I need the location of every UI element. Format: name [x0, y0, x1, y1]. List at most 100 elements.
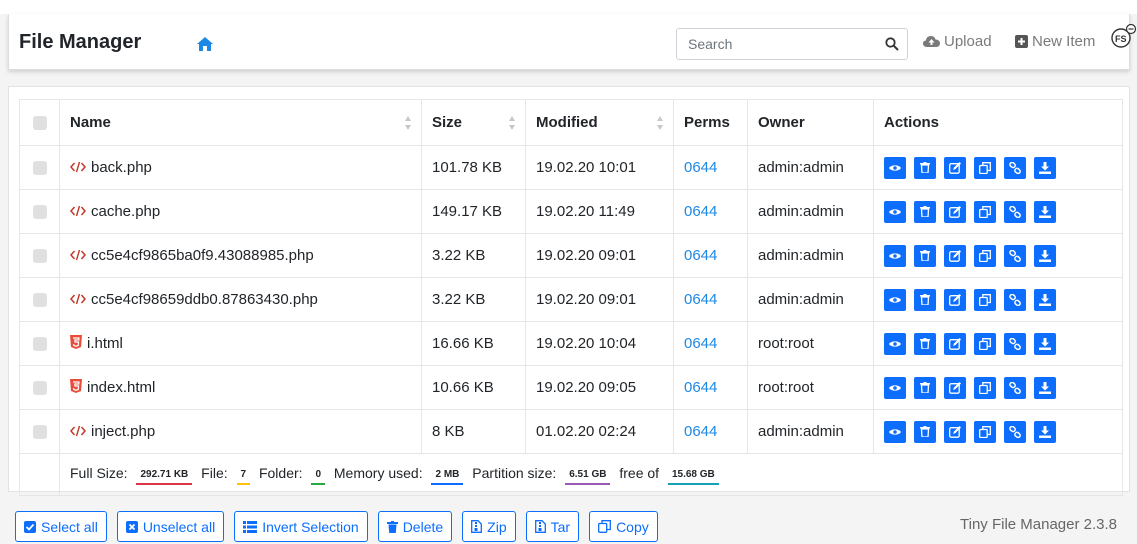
row-checkbox[interactable]: [32, 161, 47, 176]
invert-selection-button[interactable]: Invert Selection: [234, 511, 368, 542]
upload-link[interactable]: Upload: [923, 33, 992, 50]
new-item-link[interactable]: New Item: [1015, 33, 1095, 50]
eye-action-button[interactable]: [884, 332, 906, 355]
row-checkbox[interactable]: [32, 205, 47, 220]
row-checkbox[interactable]: [32, 293, 47, 308]
trash-action-button[interactable]: [914, 288, 936, 311]
file-perms-link[interactable]: 0644: [684, 247, 717, 264]
trash-action-button[interactable]: [914, 156, 936, 179]
brand-title[interactable]: File Manager: [19, 31, 141, 54]
link-action-button[interactable]: [1004, 288, 1026, 311]
tar-button[interactable]: Tar: [525, 511, 580, 542]
row-checkbox-cell[interactable]: [19, 321, 60, 366]
sort-icon[interactable]: [404, 115, 412, 131]
copy-button[interactable]: Copy: [589, 511, 658, 542]
row-checkbox[interactable]: [32, 249, 47, 264]
file-name[interactable]: inject.php: [91, 423, 155, 440]
download-action-button[interactable]: [1034, 200, 1056, 223]
copy-action-button[interactable]: [974, 420, 996, 443]
row-checkbox-cell[interactable]: [19, 365, 60, 410]
trash-action-button[interactable]: [914, 332, 936, 355]
file-name-cell[interactable]: back.php: [59, 145, 422, 190]
eye-action-button[interactable]: [884, 288, 906, 311]
eye-action-button[interactable]: [884, 200, 906, 223]
file-name[interactable]: back.php: [91, 159, 152, 176]
copy-action-button[interactable]: [974, 332, 996, 355]
delete-button[interactable]: Delete: [377, 511, 453, 542]
table-row[interactable]: cc5e4cf98659ddb0.87863430.php 3.22 KB 19.0…: [19, 277, 1123, 322]
row-checkbox-cell[interactable]: [19, 189, 60, 234]
file-perms-link[interactable]: 0644: [684, 335, 717, 352]
edit-action-button[interactable]: [944, 420, 966, 443]
column-header-size[interactable]: Size: [421, 99, 526, 146]
row-checkbox-cell[interactable]: [19, 145, 60, 190]
eye-action-button[interactable]: [884, 376, 906, 399]
download-action-button[interactable]: [1034, 156, 1056, 179]
file-perms-link[interactable]: 0644: [684, 379, 717, 396]
file-name-cell[interactable]: cache.php: [59, 189, 422, 234]
copy-action-button[interactable]: [974, 200, 996, 223]
table-row[interactable]: i.html 16.66 KB 19.02.20 10:04 0644 root:roo…: [19, 321, 1123, 366]
link-action-button[interactable]: [1004, 420, 1026, 443]
edit-action-button[interactable]: [944, 376, 966, 399]
file-name[interactable]: cc5e4cf98659ddb0.87863430.php: [91, 291, 318, 308]
trash-action-button[interactable]: [914, 200, 936, 223]
sort-icon[interactable]: [508, 115, 516, 131]
table-row[interactable]: cache.php 149.17 KB 19.02.20 11:49 0644 admi…: [19, 189, 1123, 234]
row-checkbox[interactable]: [32, 381, 47, 396]
link-action-button[interactable]: [1004, 376, 1026, 399]
copy-action-button[interactable]: [974, 376, 996, 399]
file-name[interactable]: cache.php: [91, 203, 160, 220]
edit-action-button[interactable]: [944, 332, 966, 355]
trash-action-button[interactable]: [914, 376, 936, 399]
edit-action-button[interactable]: [944, 244, 966, 267]
column-header-modified[interactable]: Modified: [525, 99, 674, 146]
file-name-cell[interactable]: inject.php: [59, 409, 422, 454]
download-action-button[interactable]: [1034, 244, 1056, 267]
table-row[interactable]: cc5e4cf9865ba0f9.43088985.php 3.22 KB 19.0…: [19, 233, 1123, 278]
link-action-button[interactable]: [1004, 156, 1026, 179]
download-action-button[interactable]: [1034, 332, 1056, 355]
sort-icon[interactable]: [656, 115, 664, 131]
download-action-button[interactable]: [1034, 376, 1056, 399]
file-name[interactable]: cc5e4cf9865ba0f9.43088985.php: [91, 247, 314, 264]
row-checkbox-cell[interactable]: [19, 409, 60, 454]
row-checkbox-cell[interactable]: [19, 233, 60, 278]
edit-action-button[interactable]: [944, 156, 966, 179]
search-input[interactable]: [677, 29, 867, 59]
table-row[interactable]: index.html 10.66 KB 19.02.20 09:05 0644 root…: [19, 365, 1123, 410]
trash-action-button[interactable]: [914, 420, 936, 443]
eye-action-button[interactable]: [884, 420, 906, 443]
row-checkbox[interactable]: [32, 337, 47, 352]
file-perms-link[interactable]: 0644: [684, 291, 717, 308]
download-action-button[interactable]: [1034, 288, 1056, 311]
edit-action-button[interactable]: [944, 288, 966, 311]
header-checkbox[interactable]: [32, 116, 47, 131]
copy-action-button[interactable]: [974, 244, 996, 267]
file-name-cell[interactable]: cc5e4cf9865ba0f9.43088985.php: [59, 233, 422, 278]
file-name-cell[interactable]: i.html: [59, 321, 422, 366]
search-icon[interactable]: [885, 37, 899, 51]
select-all-button[interactable]: Select all: [15, 511, 107, 542]
row-checkbox[interactable]: [32, 425, 47, 440]
file-name-cell[interactable]: cc5e4cf98659ddb0.87863430.php: [59, 277, 422, 322]
link-action-button[interactable]: [1004, 244, 1026, 267]
download-action-button[interactable]: [1034, 420, 1056, 443]
file-name[interactable]: i.html: [87, 335, 123, 352]
trash-action-button[interactable]: [914, 244, 936, 267]
table-row[interactable]: inject.php 8 KB 01.02.20 02:24 0644 admin:ad…: [19, 409, 1123, 454]
link-action-button[interactable]: [1004, 200, 1026, 223]
column-header-name[interactable]: Name: [59, 99, 422, 146]
copy-action-button[interactable]: [974, 288, 996, 311]
table-row[interactable]: back.php 101.78 KB 19.02.20 10:01 0644 admin…: [19, 145, 1123, 190]
file-perms-link[interactable]: 0644: [684, 203, 717, 220]
home-icon[interactable]: [196, 35, 214, 53]
file-perms-link[interactable]: 0644: [684, 159, 717, 176]
link-action-button[interactable]: [1004, 332, 1026, 355]
eye-action-button[interactable]: [884, 156, 906, 179]
file-name-cell[interactable]: index.html: [59, 365, 422, 410]
file-perms-link[interactable]: 0644: [684, 423, 717, 440]
fs-logo-icon[interactable]: FS: [1110, 24, 1136, 48]
zip-button[interactable]: Zip: [462, 511, 516, 542]
select-all-header[interactable]: [19, 99, 60, 146]
